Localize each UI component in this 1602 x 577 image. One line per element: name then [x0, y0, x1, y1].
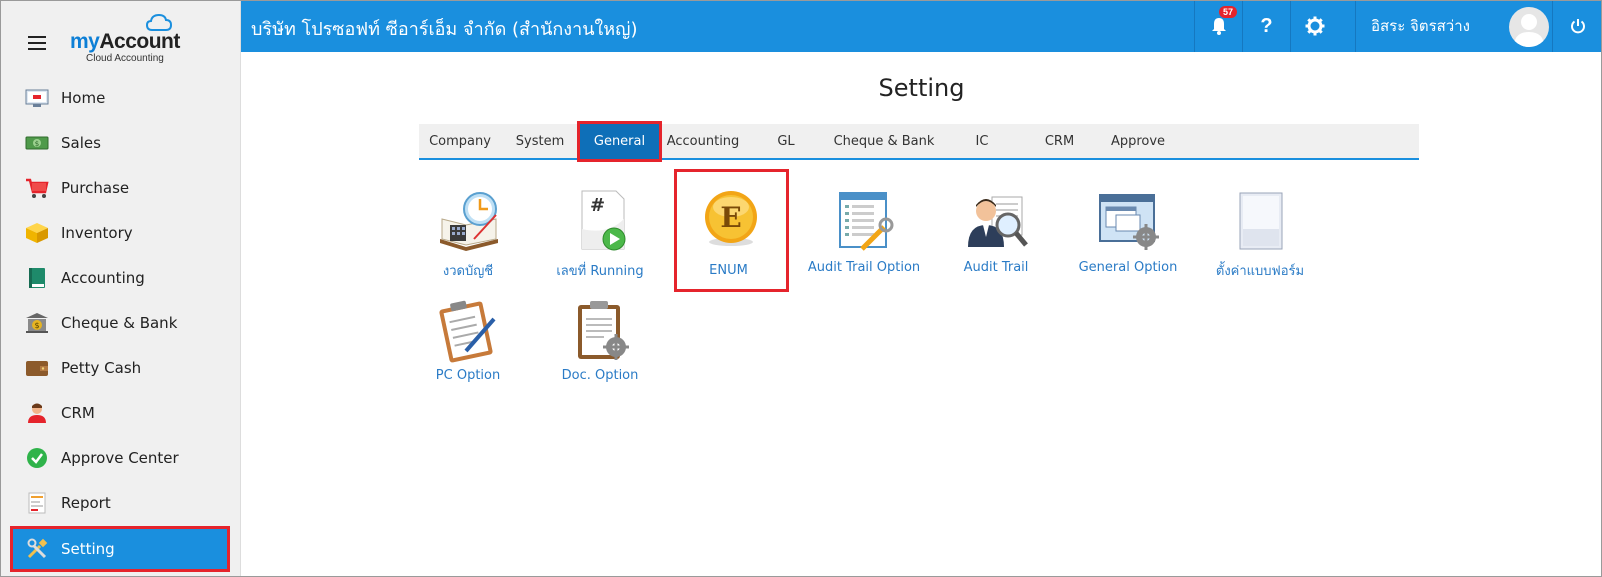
sidebar-item-label: Setting	[61, 540, 115, 558]
tab-approve[interactable]: Approve	[1097, 124, 1179, 158]
tile-running-number[interactable]: # เลขที่ Running	[535, 177, 665, 285]
book-icon	[25, 266, 49, 290]
tile-doc-option[interactable]: Doc. Option	[535, 285, 665, 393]
wallet-icon	[25, 356, 49, 380]
tile-audit-trail-option[interactable]: Audit Trail Option	[799, 177, 929, 285]
notification-count-badge: 57	[1219, 6, 1238, 18]
tile-enum[interactable]: E ENUM	[674, 169, 789, 292]
svg-text:$: $	[35, 140, 39, 148]
settings-tab-bar: Company System General Accounting GL Che…	[419, 121, 1419, 162]
window-gear-icon	[1099, 194, 1159, 250]
help-icon: ?	[1260, 14, 1273, 37]
sidebar-item-cheque-bank[interactable]: $ Cheque & Bank	[0, 300, 240, 345]
sidebar-item-label: Petty Cash	[61, 358, 142, 377]
report-icon	[25, 491, 49, 515]
calendar-clock-icon	[440, 192, 498, 251]
home-icon	[25, 86, 49, 110]
check-circle-icon	[25, 446, 49, 470]
user-avatar-icon	[1514, 14, 1544, 47]
sidebar-item-home[interactable]: Home	[0, 75, 240, 120]
tile-accounting-period[interactable]: งวดบัญชี	[403, 177, 533, 285]
svg-text:E: E	[720, 201, 741, 234]
tile-label: ENUM	[709, 263, 748, 278]
tab-cheque-bank[interactable]: Cheque & Bank	[826, 124, 942, 158]
gear-icon	[1305, 16, 1324, 36]
tab-general[interactable]: General	[577, 121, 662, 162]
document-number-icon: #	[581, 190, 626, 251]
sidebar-item-label: Report	[61, 493, 111, 512]
hamburger-menu-icon[interactable]	[28, 36, 46, 50]
sidebar-item-purchase[interactable]: Purchase	[0, 165, 240, 210]
avatar[interactable]	[1509, 7, 1549, 47]
tools-icon	[25, 537, 49, 561]
logout-button[interactable]	[1552, 0, 1602, 52]
page-title: Setting	[878, 74, 965, 102]
money-icon: $	[25, 131, 49, 155]
sidebar-item-sales[interactable]: $ Sales	[0, 120, 240, 165]
clipboard-gear-icon	[578, 301, 629, 360]
tile-audit-trail[interactable]: Audit Trail	[931, 177, 1061, 285]
tile-pc-option[interactable]: PC Option	[403, 285, 533, 393]
top-bar: บริษัท โปรซอฟท์ ซีอาร์เอ็ม จำกัด (สำนักง…	[241, 0, 1602, 52]
company-name[interactable]: บริษัท โปรซอฟท์ ซีอาร์เอ็ม จำกัด (สำนักง…	[251, 14, 638, 43]
svg-text:#: #	[590, 195, 605, 216]
sidebar: myAccount Cloud Accounting Home $ Sales …	[0, 0, 241, 577]
bell-icon	[1211, 18, 1226, 35]
tab-company[interactable]: Company	[419, 124, 501, 158]
tile-label: PC Option	[435, 368, 501, 383]
audit-option-icon	[839, 192, 894, 251]
bank-icon: $	[25, 311, 49, 335]
app-logo[interactable]: myAccount Cloud Accounting	[70, 14, 182, 66]
help-button[interactable]: ?	[1242, 0, 1290, 52]
tab-accounting[interactable]: Accounting	[660, 124, 746, 158]
form-template-icon	[1239, 192, 1283, 250]
tab-system[interactable]: System	[501, 124, 579, 158]
tile-label: General Option	[1078, 260, 1178, 275]
tile-label: เลขที่ Running	[556, 264, 644, 279]
brand-my: my	[70, 30, 100, 53]
user-name[interactable]: อิสระ จิตรสว่าง	[1355, 0, 1505, 52]
sidebar-item-label: Cheque & Bank	[61, 313, 178, 332]
tile-form-settings[interactable]: ตั้งค่าแบบฟอร์ม	[1195, 177, 1325, 285]
tab-crm[interactable]: CRM	[1022, 124, 1097, 158]
svg-text:$: $	[34, 321, 39, 330]
brand-account: Account	[99, 30, 180, 53]
cart-icon	[25, 176, 49, 200]
sidebar-item-label: Approve Center	[61, 448, 179, 467]
sidebar-item-crm[interactable]: CRM	[0, 390, 240, 435]
people-icon	[25, 401, 49, 425]
sidebar-item-report[interactable]: Report	[0, 480, 240, 525]
sidebar-item-label: Purchase	[61, 178, 130, 197]
sidebar-item-label: Sales	[61, 133, 101, 152]
tab-gl[interactable]: GL	[746, 124, 826, 158]
notification-button[interactable]: 57	[1194, 0, 1242, 52]
tab-ic[interactable]: IC	[942, 124, 1022, 158]
sidebar-item-label: Inventory	[61, 223, 133, 242]
sidebar-item-label: Home	[61, 88, 106, 107]
tile-general-option[interactable]: General Option	[1063, 177, 1193, 285]
sidebar-item-setting[interactable]: Setting	[10, 526, 230, 572]
sidebar-item-label: Accounting	[61, 268, 145, 287]
brand-area: myAccount Cloud Accounting	[0, 0, 240, 75]
tile-label: งวดบัญชี	[442, 264, 494, 279]
tile-label: Audit Trail	[963, 260, 1029, 275]
brand-tagline: Cloud Accounting	[86, 53, 164, 64]
sidebar-item-approve-center[interactable]: Approve Center	[0, 435, 240, 480]
settings-button[interactable]	[1290, 0, 1338, 52]
tile-label: Audit Trail Option	[807, 260, 921, 275]
enum-coin-icon: E	[705, 191, 757, 246]
power-icon	[1570, 19, 1585, 34]
tile-label: ตั้งค่าแบบฟอร์ม	[1215, 264, 1305, 279]
audit-trail-icon	[968, 196, 1028, 247]
box-icon	[25, 221, 49, 245]
sidebar-item-petty-cash[interactable]: Petty Cash	[0, 345, 240, 390]
main-content: Setting Company System General Accountin…	[241, 52, 1602, 577]
sidebar-item-label: CRM	[61, 403, 95, 422]
sidebar-item-inventory[interactable]: Inventory	[0, 210, 240, 255]
sidebar-item-accounting[interactable]: Accounting	[0, 255, 240, 300]
clipboard-pen-icon	[439, 300, 496, 363]
tile-label: Doc. Option	[561, 368, 639, 383]
